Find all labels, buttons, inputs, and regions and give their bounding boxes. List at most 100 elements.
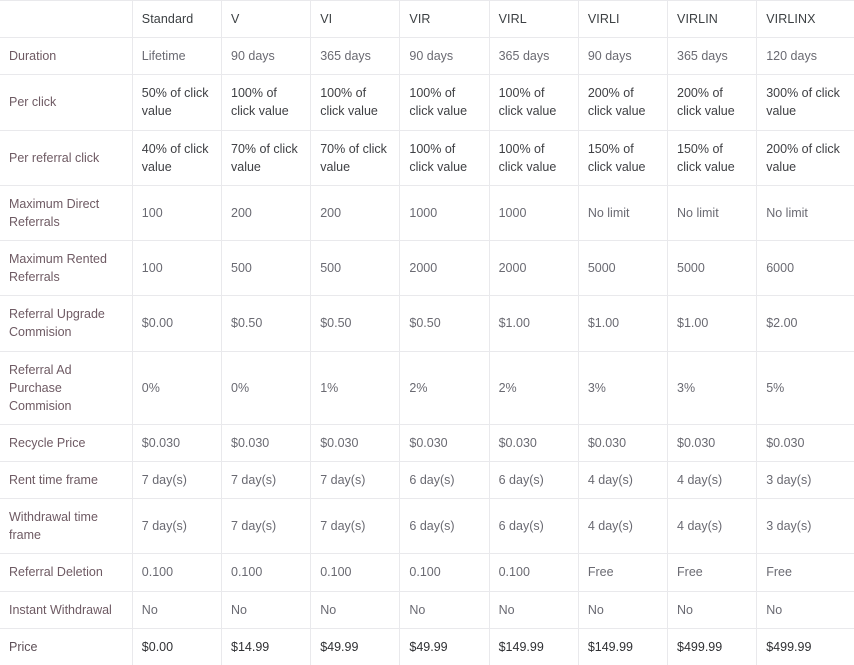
cell-value: 100% of click value: [310, 74, 401, 130]
cell-value: 7 day(s): [310, 460, 401, 499]
membership-comparison-table: Standard V VI VIR VIRL VIRLI VIRLIN VIRLINX Dur…: [0, 0, 854, 665]
cell-value: No limit: [756, 184, 854, 241]
cell-value: 200% of click value: [578, 74, 669, 130]
row-label: Instant Withdrawal: [0, 590, 133, 629]
cell-value: Free: [756, 553, 854, 591]
cell-value: 0%: [221, 350, 312, 425]
cell-value: $0.030: [310, 423, 401, 462]
cell-value: 100% of click value: [399, 129, 490, 186]
cell-value: Free: [578, 553, 669, 591]
row-label: Referral Ad Purchase Commision: [0, 350, 133, 425]
cell-value: 5000: [578, 239, 669, 296]
cell-value: $0.50: [310, 295, 401, 351]
cell-value: $499.99: [756, 627, 854, 665]
table-row: Recycle Price $0.030 $0.030 $0.030 $0.030 $0.…: [0, 423, 854, 462]
cell-value: 3%: [667, 350, 758, 425]
column-header-vi[interactable]: VI: [310, 0, 401, 38]
table-row: Duration Lifetime 90 days 365 days 90 days 36…: [0, 37, 854, 75]
cell-value: 365 days: [489, 37, 579, 75]
cell-value: 150% of click value: [667, 129, 758, 186]
cell-value: 2000: [399, 239, 490, 296]
cell-value: 100: [132, 239, 223, 296]
cell-value: 2000: [489, 239, 579, 296]
cell-value: $0.030: [399, 423, 490, 462]
cell-value: No limit: [667, 184, 758, 241]
column-header-virl[interactable]: VIRL: [489, 0, 579, 38]
table-row: Referral Deletion 0.100 0.100 0.100 0.100 0.1…: [0, 553, 854, 591]
table-row: Maximum Direct Referrals 100 200 200 1000 100…: [0, 184, 854, 241]
cell-value: $0.50: [221, 295, 312, 351]
cell-value: $0.030: [132, 423, 223, 462]
table-row: Rent time frame 7 day(s) 7 day(s) 7 day(s) 6…: [0, 460, 854, 499]
cell-value: $499.99: [667, 627, 758, 665]
column-header-virlin[interactable]: VIRLIN: [667, 0, 758, 38]
table-header: Standard V VI VIR VIRL VIRLI VIRLIN VIRLINX: [0, 0, 854, 38]
cell-value: $0.030: [756, 423, 854, 462]
cell-value: 2%: [489, 350, 579, 425]
cell-value: No: [489, 590, 579, 629]
row-label: Referral Upgrade Commision: [0, 295, 133, 351]
column-header-virlinx[interactable]: VIRLINX: [756, 0, 854, 38]
table-row: Maximum Rented Referrals 100 500 500 2000 200…: [0, 239, 854, 296]
cell-value: $0.00: [132, 295, 223, 351]
cell-value: 1000: [489, 184, 579, 241]
cell-value: $0.50: [399, 295, 490, 351]
cell-value: 100% of click value: [221, 74, 312, 130]
cell-value: No: [310, 590, 401, 629]
cell-value: 1%: [310, 350, 401, 425]
column-header-virli[interactable]: VIRLI: [578, 0, 669, 38]
table-row: Per referral click 40% of click value 70% …: [0, 129, 854, 186]
cell-value: $49.99: [399, 627, 490, 665]
row-label: Price: [0, 627, 133, 665]
cell-value: $0.030: [221, 423, 312, 462]
column-header-v[interactable]: V: [221, 0, 312, 38]
column-header-standard[interactable]: Standard: [132, 0, 223, 38]
cell-value: $1.00: [489, 295, 579, 351]
row-label: Per click: [0, 74, 133, 130]
cell-value: $2.00: [756, 295, 854, 351]
cell-value: 90 days: [399, 37, 490, 75]
cell-value: 6 day(s): [489, 498, 579, 554]
cell-value: 4 day(s): [667, 498, 758, 554]
cell-value: 6 day(s): [489, 460, 579, 499]
table-body: Duration Lifetime 90 days 365 days 90 days 36…: [0, 37, 854, 665]
cell-value: 90 days: [221, 37, 312, 75]
cell-value: 7 day(s): [132, 460, 223, 499]
cell-value: 7 day(s): [221, 498, 312, 554]
cell-value: 200% of click value: [756, 129, 854, 186]
cell-value: 0.100: [489, 553, 579, 591]
cell-value: 100% of click value: [399, 74, 490, 130]
cell-value: $14.99: [221, 627, 312, 665]
column-header-vir[interactable]: VIR: [399, 0, 490, 38]
cell-value: 6 day(s): [399, 498, 490, 554]
cell-value: $149.99: [578, 627, 669, 665]
cell-value: No: [399, 590, 490, 629]
cell-value: $1.00: [578, 295, 669, 351]
cell-value: 7 day(s): [310, 498, 401, 554]
table-row: Withdrawal time frame 7 day(s) 7 day(s) 7 d…: [0, 498, 854, 554]
cell-value: 7 day(s): [221, 460, 312, 499]
cell-value: No: [221, 590, 312, 629]
cell-value: Lifetime: [132, 37, 223, 75]
cell-value: 1000: [399, 184, 490, 241]
cell-value: 3 day(s): [756, 498, 854, 554]
table-row: Instant Withdrawal No No No No No No No No: [0, 590, 854, 629]
cell-value: 70% of click value: [221, 129, 312, 186]
cell-value: $49.99: [310, 627, 401, 665]
cell-value: 365 days: [667, 37, 758, 75]
cell-value: Free: [667, 553, 758, 591]
cell-value: 40% of click value: [132, 129, 223, 186]
cell-value: 120 days: [756, 37, 854, 75]
cell-value: 2%: [399, 350, 490, 425]
row-label: Maximum Direct Referrals: [0, 184, 133, 241]
cell-value: 100% of click value: [489, 74, 579, 130]
cell-value: $1.00: [667, 295, 758, 351]
cell-value: 300% of click value: [756, 74, 854, 130]
cell-value: 6000: [756, 239, 854, 296]
row-label: Maximum Rented Referrals: [0, 239, 133, 296]
cell-value: 365 days: [310, 37, 401, 75]
cell-value: 5%: [756, 350, 854, 425]
cell-value: 150% of click value: [578, 129, 669, 186]
cell-value: 0.100: [132, 553, 223, 591]
cell-value: 70% of click value: [310, 129, 401, 186]
